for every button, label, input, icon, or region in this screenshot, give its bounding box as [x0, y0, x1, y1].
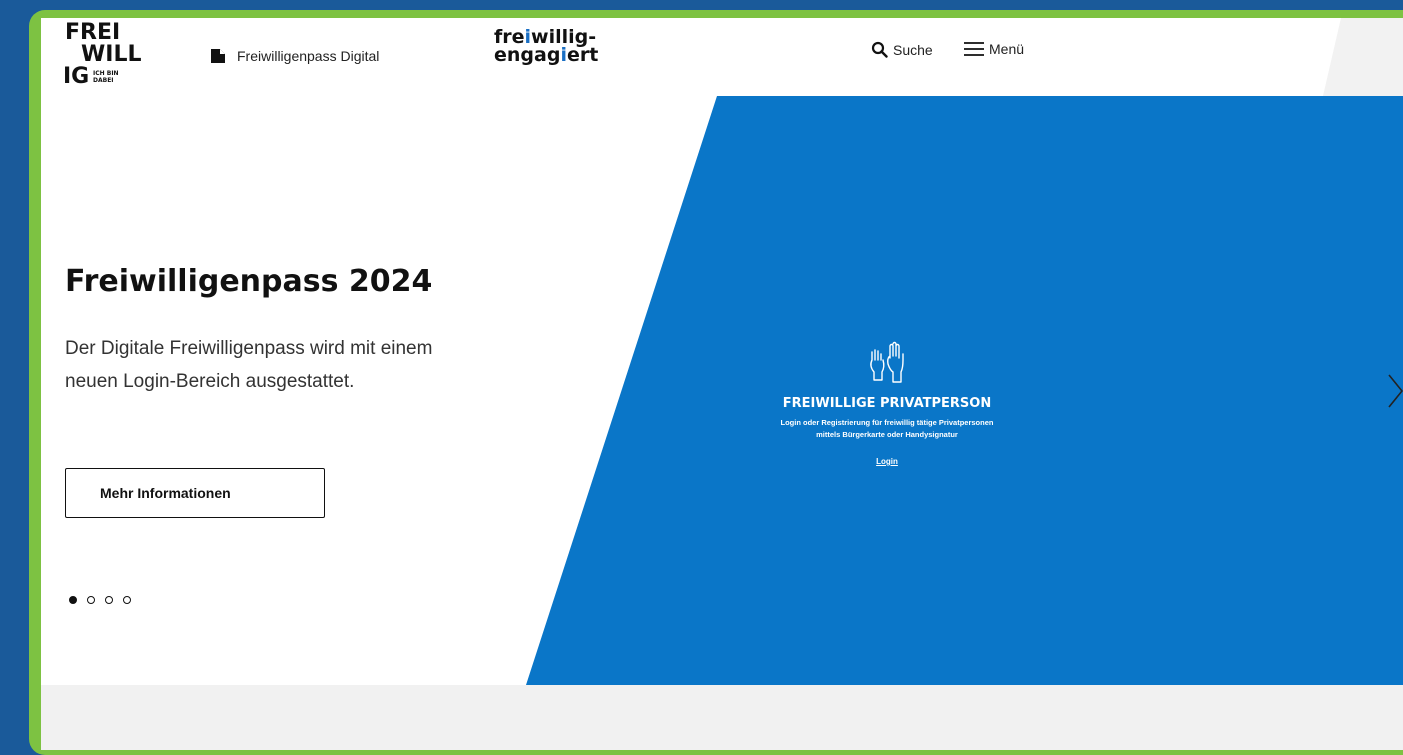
slide-dot-4[interactable]	[123, 596, 131, 604]
slide-dot-1[interactable]	[69, 596, 77, 604]
logo-tagline: ICH BIN DABEI	[93, 70, 119, 84]
login-link[interactable]: Login	[876, 457, 898, 466]
fe-logo-part: ert	[566, 44, 599, 66]
slide-dot-3[interactable]	[105, 596, 113, 604]
menu-button[interactable]: Menü	[963, 41, 1024, 57]
freiwilligenpass-digital-link[interactable]: Freiwilligenpass Digital	[209, 46, 379, 66]
menu-label: Menü	[989, 41, 1025, 57]
fe-logo-line-2: engagiert	[494, 44, 599, 66]
search-button[interactable]: Suche	[871, 41, 933, 58]
freiwillig-logo[interactable]: FREI WILL IG ICH BIN DABEI	[63, 22, 143, 94]
raised-hands-icon	[870, 341, 904, 383]
search-label: Suche	[893, 41, 933, 58]
footer-band	[41, 685, 1403, 750]
hero-title: Freiwilligenpass 2024	[65, 264, 433, 299]
chevron-right-icon[interactable]	[1387, 373, 1403, 409]
panel-description: Login oder Registrierung für freiwillig …	[717, 417, 1057, 441]
browser-viewport: FREI WILL IG ICH BIN DABEI Freiwilligenp…	[41, 18, 1403, 750]
logo-line-3: IG	[63, 64, 90, 89]
panel-title: FREIWILLIGE PRIVATPERSON	[782, 396, 992, 411]
slider-pagination	[69, 596, 131, 604]
freiwillig-engagiert-logo[interactable]: freiwillig- engagiert	[494, 28, 599, 66]
panel-description-line-2: mittels Bürgerkarte oder Handysignatur	[816, 430, 958, 439]
hamburger-menu-icon	[964, 42, 984, 56]
pass-link-label: Freiwilligenpass Digital	[237, 48, 380, 64]
logo-tagline-1: ICH BIN	[93, 70, 119, 77]
panel-description-line-1: Login oder Registrierung für freiwillig …	[780, 418, 994, 427]
search-icon	[871, 41, 888, 58]
hero-description: Der Digitale Freiwilligenpass wird mit e…	[65, 338, 433, 392]
private-person-login-card: FREIWILLIGE PRIVATPERSON Login oder Regi…	[717, 338, 1057, 469]
more-information-button[interactable]: Mehr Informationen	[65, 468, 325, 518]
slide-dot-2[interactable]	[87, 596, 95, 604]
logo-tagline-2: DABEI	[93, 77, 114, 84]
fe-logo-part: engag	[494, 44, 561, 66]
document-icon	[211, 49, 225, 63]
logo-line-1: FREI	[65, 20, 121, 45]
logo-line-2: WILL	[81, 42, 142, 67]
